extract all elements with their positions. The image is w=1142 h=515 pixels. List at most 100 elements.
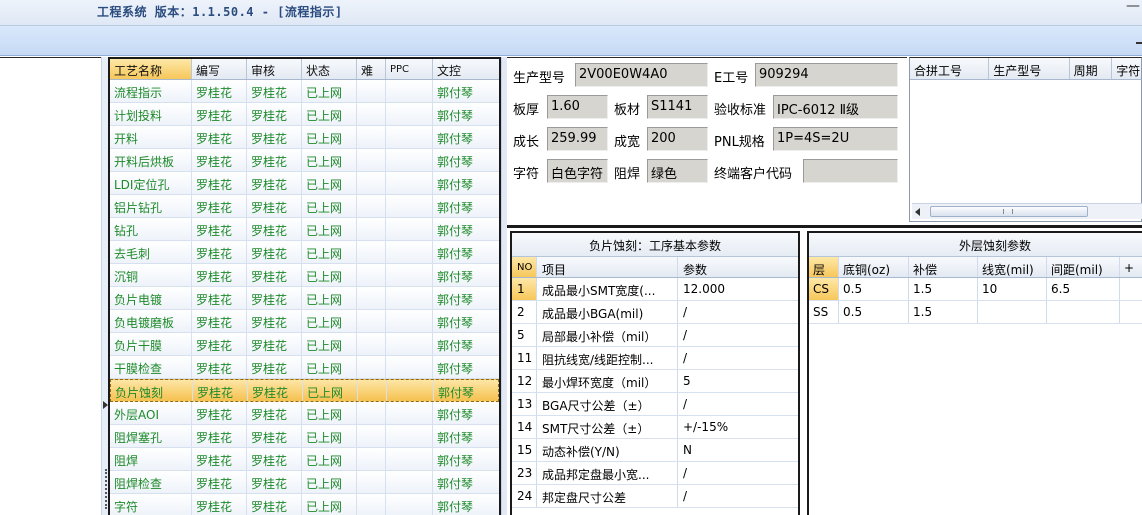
process-row[interactable]: 负片干膜 罗桂花 罗桂花 已上网 郭付琴 [110,333,499,356]
col-header-merge-char[interactable]: 字符 [1112,58,1141,79]
line-width-cell[interactable] [978,301,1047,323]
difficulty-cell [357,402,386,424]
col-header-no[interactable]: NO [512,257,537,277]
standard-field[interactable]: IPC-6012 Ⅱ级 [773,95,898,119]
process-row[interactable]: 开料 罗桂花 罗桂花 已上网 郭付琴 [110,126,499,149]
param-row[interactable]: 5 局部最小补偿（mil） / [512,324,798,347]
process-row[interactable]: 阻焊塞孔 罗桂花 罗桂花 已上网 郭付琴 [110,425,499,448]
col-header-ppc[interactable]: PPC [386,59,433,79]
difficulty-cell [357,356,386,378]
process-name: 流程指示 [110,80,192,102]
param-row[interactable]: 12 最小焊环宽度（mil） 5 [512,370,798,393]
param-value[interactable]: / [678,324,798,346]
process-row[interactable]: 钻孔 罗桂花 罗桂花 已上网 郭付琴 [110,218,499,241]
customer-field[interactable] [803,159,898,183]
char-field[interactable]: 白色字符 [547,159,608,183]
col-header-difficulty[interactable]: 难 [357,59,386,79]
process-name: 去毛刺 [110,241,192,263]
col-header-spacing[interactable]: 间距(mil) [1047,257,1120,277]
pane-splitter[interactable] [101,57,108,515]
eno-field[interactable]: 909294 [755,63,898,87]
thickness-field[interactable]: 1.60 [547,95,608,119]
copper-cell[interactable]: 0.5 [839,301,909,323]
col-header-line-width[interactable]: 线宽(mil) [978,257,1047,277]
param-row[interactable]: 2 成品最小BGA(mil) / [512,301,798,324]
col-header-merge-no[interactable]: 合拼工号 [910,58,990,79]
process-row[interactable]: 流程指示 罗桂花 罗桂花 已上网 郭付琴 [110,80,499,103]
col-header-reviewer[interactable]: 审核 [247,59,302,79]
scroll-left-icon[interactable] [915,208,920,216]
param-value[interactable]: 5 [678,370,798,392]
param-row[interactable]: 14 SMT尺寸公差（±） +/-15% [512,416,798,439]
process-name: 负片干膜 [110,333,192,355]
status-text: 已上网 [302,126,357,148]
param-row[interactable]: 23 成品邦定盘最小宽... / [512,462,798,485]
compensation-cell[interactable]: 1.5 [909,301,978,323]
model-field[interactable]: 2V00E0W4A0 [575,63,708,87]
add-column-button[interactable]: + [1120,257,1140,277]
col-header-copper[interactable]: 底铜(oz) [839,257,909,277]
process-row[interactable]: 字符 罗桂花 罗桂花 已上网 郭付琴 [110,494,499,515]
process-row[interactable]: 外层AOI 罗桂花 罗桂花 已上网 郭付琴 [110,402,499,425]
col-header-compensation[interactable]: 补偿 [909,257,978,277]
col-header-value[interactable]: 参数 [678,257,798,277]
param-row[interactable]: 24 邦定盘尺寸公差 / [512,485,798,508]
status-text: 已上网 [302,264,357,286]
line-width-cell[interactable]: 10 [978,278,1047,300]
col-header-status[interactable]: 状态 [302,59,357,79]
param-value[interactable]: / [678,393,798,415]
length-field[interactable]: 259.99 [547,127,608,151]
ribbon-collapse-icon[interactable] [1136,42,1142,44]
param-value[interactable]: +/-15% [678,416,798,438]
param-row[interactable]: 1 成品最小SMT宽度(... 12.000 [512,278,798,301]
param-value[interactable]: N [678,439,798,461]
outer-row[interactable]: SS 0.5 1.5 [809,301,1142,324]
extra-cell [1120,301,1140,323]
process-row[interactable]: 负片电镀 罗桂花 罗桂花 已上网 郭付琴 [110,287,499,310]
param-value[interactable]: / [678,347,798,369]
process-row[interactable]: 铝片钻孔 罗桂花 罗桂花 已上网 郭付琴 [110,195,499,218]
material-field[interactable]: S1141 [647,95,708,119]
mask-field[interactable]: 绿色 [647,159,708,183]
param-value[interactable]: / [678,462,798,484]
process-row[interactable]: LDI定位孔 罗桂花 罗桂花 已上网 郭付琴 [110,172,499,195]
scroll-thumb[interactable] [930,206,1088,217]
param-row[interactable]: 13 BGA尺寸公差（±） / [512,393,798,416]
col-header-doc-control[interactable]: 文控 [433,59,479,79]
minimize-button[interactable]: — [1126,0,1140,14]
process-row[interactable]: 干膜检查 罗桂花 罗桂花 已上网 郭付琴 [110,356,499,379]
process-row[interactable]: 去毛刺 罗桂花 罗桂花 已上网 郭付琴 [110,241,499,264]
process-row[interactable]: 负片蚀刻 罗桂花 罗桂花 已上网 郭付琴 [110,379,499,402]
compensation-cell[interactable]: 1.5 [909,278,978,300]
width-field[interactable]: 200 [647,127,708,151]
outer-row[interactable]: CS 0.5 1.5 10 6.5 [809,278,1142,301]
col-header-merge-period[interactable]: 周期 [1070,58,1113,79]
param-row[interactable]: 15 动态补偿(Y/N) N [512,439,798,462]
process-row[interactable]: 开料后烘板 罗桂花 罗桂花 已上网 郭付琴 [110,149,499,172]
param-value[interactable]: / [678,301,798,323]
process-row[interactable]: 计划投料 罗桂花 罗桂花 已上网 郭付琴 [110,103,499,126]
writer-name: 罗桂花 [193,380,248,401]
col-header-name[interactable]: 工艺名称 [110,59,192,79]
process-grid-header: 工艺名称 编写 审核 状态 难 PPC 文控 [110,59,499,80]
param-item: 成品邦定盘最小宽... [537,462,678,484]
param-value[interactable]: / [678,485,798,507]
spacing-cell[interactable] [1047,301,1120,323]
horizontal-scrollbar[interactable] [912,203,1142,219]
writer-name: 罗桂花 [192,264,247,286]
copper-cell[interactable]: 0.5 [839,278,909,300]
col-header-merge-model[interactable]: 生产型号 [989,58,1070,79]
process-row[interactable]: 沉铜 罗桂花 罗桂花 已上网 郭付琴 [110,264,499,287]
col-header-writer[interactable]: 编写 [192,59,247,79]
param-row[interactable]: 11 阻抗线宽/线距控制... / [512,347,798,370]
col-header-layer[interactable]: 层 [809,257,839,277]
splitter-grip-icon[interactable] [105,469,107,509]
reviewer-name: 罗桂花 [247,310,302,332]
process-row[interactable]: 阻焊 罗桂花 罗桂花 已上网 郭付琴 [110,448,499,471]
process-row[interactable]: 负电镀磨板 罗桂花 罗桂花 已上网 郭付琴 [110,310,499,333]
param-value[interactable]: 12.000 [678,278,798,300]
pnl-field[interactable]: 1P=4S=2U [773,127,898,151]
process-row[interactable]: 阻焊检查 罗桂花 罗桂花 已上网 郭付琴 [110,471,499,494]
col-header-item[interactable]: 项目 [537,257,678,277]
spacing-cell[interactable]: 6.5 [1047,278,1120,300]
